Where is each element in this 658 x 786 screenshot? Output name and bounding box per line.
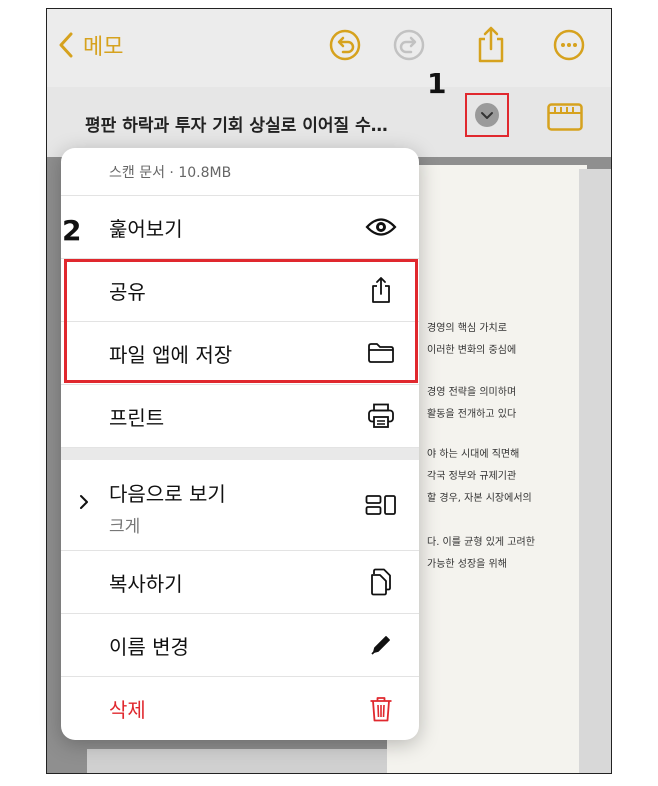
menu-item-label: 파일 앱에 저장	[109, 342, 233, 367]
note-title-bar: 평판 하락과 투자 기회 상실로 이어질 수…	[47, 87, 611, 157]
menu-item-quick-look[interactable]: 훑어보기	[61, 196, 419, 259]
more-icon[interactable]	[553, 29, 585, 61]
document-line: 활동을 전개하고 있다	[427, 409, 517, 420]
menu-item-view-as[interactable]: 다음으로 보기 크게	[61, 460, 419, 551]
document-line: 야 하는 시대에 직면해	[427, 449, 520, 460]
copy-icon	[365, 566, 397, 598]
document-line: 경영 전략을 의미하며	[427, 387, 517, 398]
document-line: 다. 이를 균형 있게 고려한	[427, 537, 535, 548]
menu-item-label: 공유	[109, 279, 146, 304]
pencil-icon	[365, 629, 397, 661]
back-label: 메모	[83, 35, 124, 60]
document-page-edge	[579, 169, 611, 773]
menu-item-label: 훑어보기	[109, 216, 183, 241]
document-line: 경영의 핵심 가치로	[427, 323, 507, 334]
view-options-icon	[365, 489, 397, 521]
menu-item-label: 복사하기	[109, 571, 183, 596]
chevron-down-icon	[475, 103, 499, 127]
undo-icon[interactable]	[329, 29, 361, 61]
document-line: 할 경우, 자본 시장에서의	[427, 493, 532, 504]
title-menu-button[interactable]	[465, 93, 509, 137]
keyboard-icon[interactable]	[547, 103, 583, 131]
document-line: 이러한 변화의 중심에	[427, 345, 517, 356]
printer-icon	[365, 400, 397, 432]
folder-icon	[365, 337, 397, 369]
annotation-number-1: 1	[427, 67, 447, 100]
menu-header: 스캔 문서 · 10.8MB	[61, 148, 419, 196]
menu-item-delete[interactable]: 삭제	[61, 677, 419, 740]
context-menu: 스캔 문서 · 10.8MB 훑어보기 공유 파일 앱에 저장 프린트 다음으로…	[61, 148, 419, 740]
eye-icon	[365, 211, 397, 243]
menu-item-copy[interactable]: 복사하기	[61, 551, 419, 614]
document-line: 가능한 성장을 위해	[427, 559, 507, 570]
back-button[interactable]: 메모	[59, 27, 123, 63]
menu-item-save-to-files[interactable]: 파일 앱에 저장	[61, 322, 419, 385]
menu-item-rename[interactable]: 이름 변경	[61, 614, 419, 677]
menu-separator	[61, 448, 419, 460]
share-icon	[365, 274, 397, 306]
menu-item-label: 다음으로 보기	[109, 482, 226, 506]
menu-item-label: 삭제	[109, 698, 146, 722]
menu-item-label: 프린트	[109, 405, 165, 430]
menu-item-sublabel: 크게	[109, 517, 141, 537]
redo-icon[interactable]	[393, 29, 425, 61]
menu-item-print[interactable]: 프린트	[61, 385, 419, 448]
share-icon[interactable]	[475, 25, 507, 63]
chevron-right-icon	[80, 495, 88, 509]
note-title: 평판 하락과 투자 기회 상실로 이어질 수…	[85, 116, 388, 136]
annotation-number-2: 2	[62, 214, 82, 247]
document-page-bottom	[87, 749, 387, 773]
menu-item-label: 이름 변경	[109, 634, 189, 659]
menu-item-share[interactable]: 공유	[61, 259, 419, 322]
trash-icon	[365, 693, 397, 725]
chevron-left-icon	[59, 32, 73, 58]
document-line: 각국 정부와 규제기관	[427, 471, 517, 482]
top-navigation-bar: 메모	[47, 9, 611, 87]
